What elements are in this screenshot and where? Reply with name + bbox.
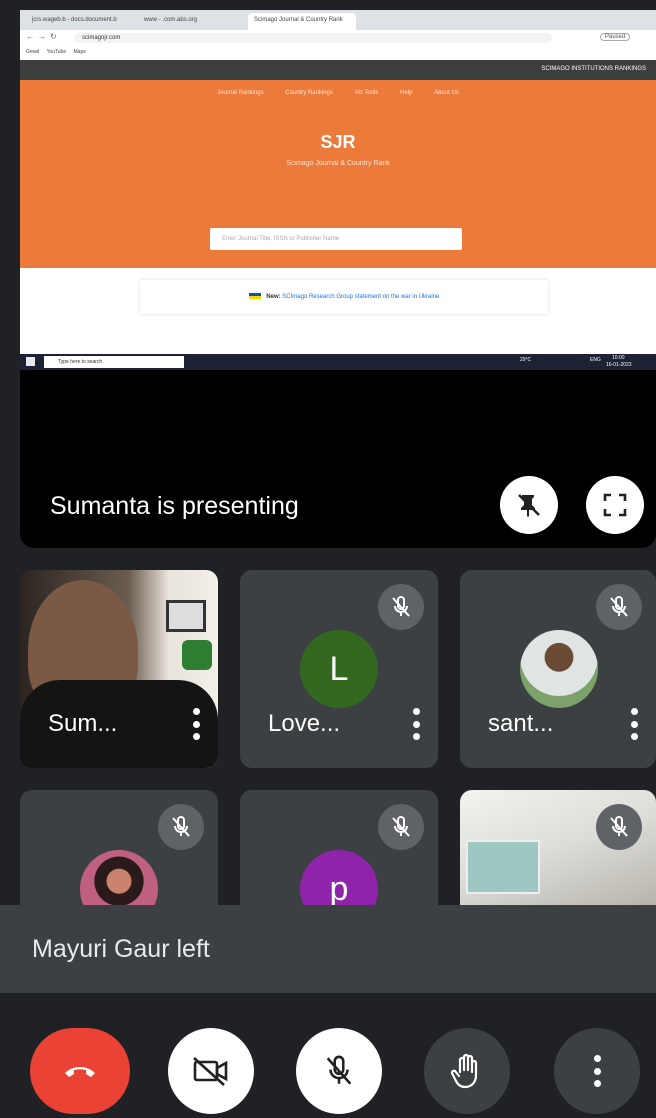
sjr-hero: Journal Rankings Country Rankings Viz To… — [20, 80, 656, 268]
mic-off-icon — [378, 804, 424, 850]
toast-text: Mayuri Gaur left — [32, 935, 210, 963]
bookmark-gmail[interactable]: Gmail — [26, 46, 39, 58]
browser-tab[interactable]: jcrs.wageb.b - docs.document.b — [26, 13, 134, 30]
camera-toggle-button[interactable] — [168, 1028, 254, 1114]
participant-tile[interactable] — [460, 790, 656, 905]
participant-name: Sum... — [48, 710, 118, 737]
mic-toggle-button[interactable] — [296, 1028, 382, 1114]
participant-avatar: p — [300, 850, 378, 905]
mic-off-icon — [596, 804, 642, 850]
participant-tile[interactable]: sant... — [460, 570, 656, 768]
nav-help[interactable]: Help — [400, 90, 412, 96]
bookmarks-bar: Gmail YouTube Maps — [20, 46, 656, 58]
unpin-icon — [518, 494, 540, 517]
clock-time: 10:00 — [612, 355, 625, 361]
sir-link[interactable]: SCIMAGO INSTITUTIONS RANKINGS — [541, 66, 646, 72]
browser-tab-bar: jcrs.wageb.b - docs.document.b www - .co… — [20, 10, 656, 30]
bookmark-youtube[interactable]: YouTube — [46, 46, 66, 58]
participant-photo — [80, 850, 158, 905]
participant-name: sant... — [488, 710, 554, 737]
participant-avatar: L — [300, 630, 378, 708]
nav-country-rankings[interactable]: Country Rankings — [285, 90, 333, 96]
camera-off-icon — [193, 1057, 228, 1086]
bookmark-maps[interactable]: Maps — [74, 46, 86, 58]
nav-viz-tools[interactable]: Viz Tools — [355, 90, 379, 96]
wall-frame — [166, 600, 206, 632]
presenting-banner: Sumanta is presenting — [20, 370, 656, 548]
mic-off-icon — [378, 584, 424, 630]
reload-icon[interactable]: ↻ — [50, 32, 57, 41]
fullscreen-button[interactable] — [586, 476, 644, 534]
url-field[interactable]: scimagojr.com — [74, 33, 552, 43]
unpin-button[interactable] — [500, 476, 558, 534]
plant — [182, 640, 212, 670]
more-options-button[interactable] — [554, 1028, 640, 1114]
sjr-nav: Journal Rankings Country Rankings Viz To… — [20, 90, 656, 96]
wall-chart — [466, 840, 540, 894]
sjr-top-bar: SCIMAGO INSTITUTIONS RANKINGS — [20, 60, 656, 80]
clock-date: 16-01-2023 — [606, 362, 632, 368]
profile-button[interactable]: Paused — [600, 33, 631, 41]
participant-photo — [520, 630, 598, 708]
news-banner: New: SCImago Research Group statement on… — [140, 280, 548, 314]
participant-tile[interactable] — [20, 790, 218, 905]
news-prefix: New: — [266, 294, 281, 300]
shared-screen: jcrs.wageb.b - docs.document.b www - .co… — [20, 10, 656, 370]
lang-text: ENG — [590, 357, 601, 363]
participant-left-toast: Mayuri Gaur left — [0, 905, 656, 993]
more-options-icon[interactable] — [630, 708, 638, 740]
end-call-icon — [65, 1067, 95, 1077]
mic-off-icon — [158, 804, 204, 850]
sjr-title: SJR — [320, 132, 356, 152]
windows-taskbar: Type here to search 29°C ENG 10:00 16-01… — [20, 354, 656, 370]
address-bar: ← → ↻ scimagojr.com Paused — [20, 30, 656, 47]
nav-journal-rankings[interactable]: Journal Rankings — [217, 90, 263, 96]
forward-icon[interactable]: → — [38, 32, 46, 41]
end-call-button[interactable] — [30, 1028, 130, 1114]
nav-about-us[interactable]: About Us — [434, 90, 459, 96]
browser-tab-active[interactable]: Scimago Journal & Country Rank — [248, 13, 356, 30]
journal-search-input[interactable]: Enter Journal Title, ISSN or Publisher N… — [210, 228, 462, 250]
participant-tile[interactable]: Sum... — [20, 570, 218, 768]
mic-off-icon — [326, 1055, 352, 1085]
participant-name: Love... — [268, 710, 341, 737]
more-options-icon[interactable] — [412, 708, 420, 740]
news-link[interactable]: SCImago Research Group statement on the … — [282, 294, 439, 300]
more-vert-icon — [593, 1055, 601, 1087]
taskbar-search[interactable]: Type here to search — [44, 356, 184, 368]
hand-icon — [450, 1053, 478, 1089]
presenting-text: Sumanta is presenting — [50, 492, 299, 520]
fullscreen-icon — [603, 493, 627, 517]
more-options-icon[interactable] — [192, 708, 200, 740]
windows-start-icon[interactable] — [26, 357, 35, 366]
mic-off-icon — [596, 584, 642, 630]
weather-text: 29°C — [520, 357, 532, 363]
back-icon[interactable]: ← — [26, 32, 34, 41]
raise-hand-button[interactable] — [424, 1028, 510, 1114]
browser-tab[interactable]: www - .com.abs.org — [138, 13, 244, 30]
ukraine-flag-icon — [248, 293, 261, 300]
participant-tile[interactable]: L Love... — [240, 570, 438, 768]
participant-tile[interactable]: p — [240, 790, 438, 905]
sjr-subtitle: Scimago Journal & Country Rank — [286, 160, 390, 167]
